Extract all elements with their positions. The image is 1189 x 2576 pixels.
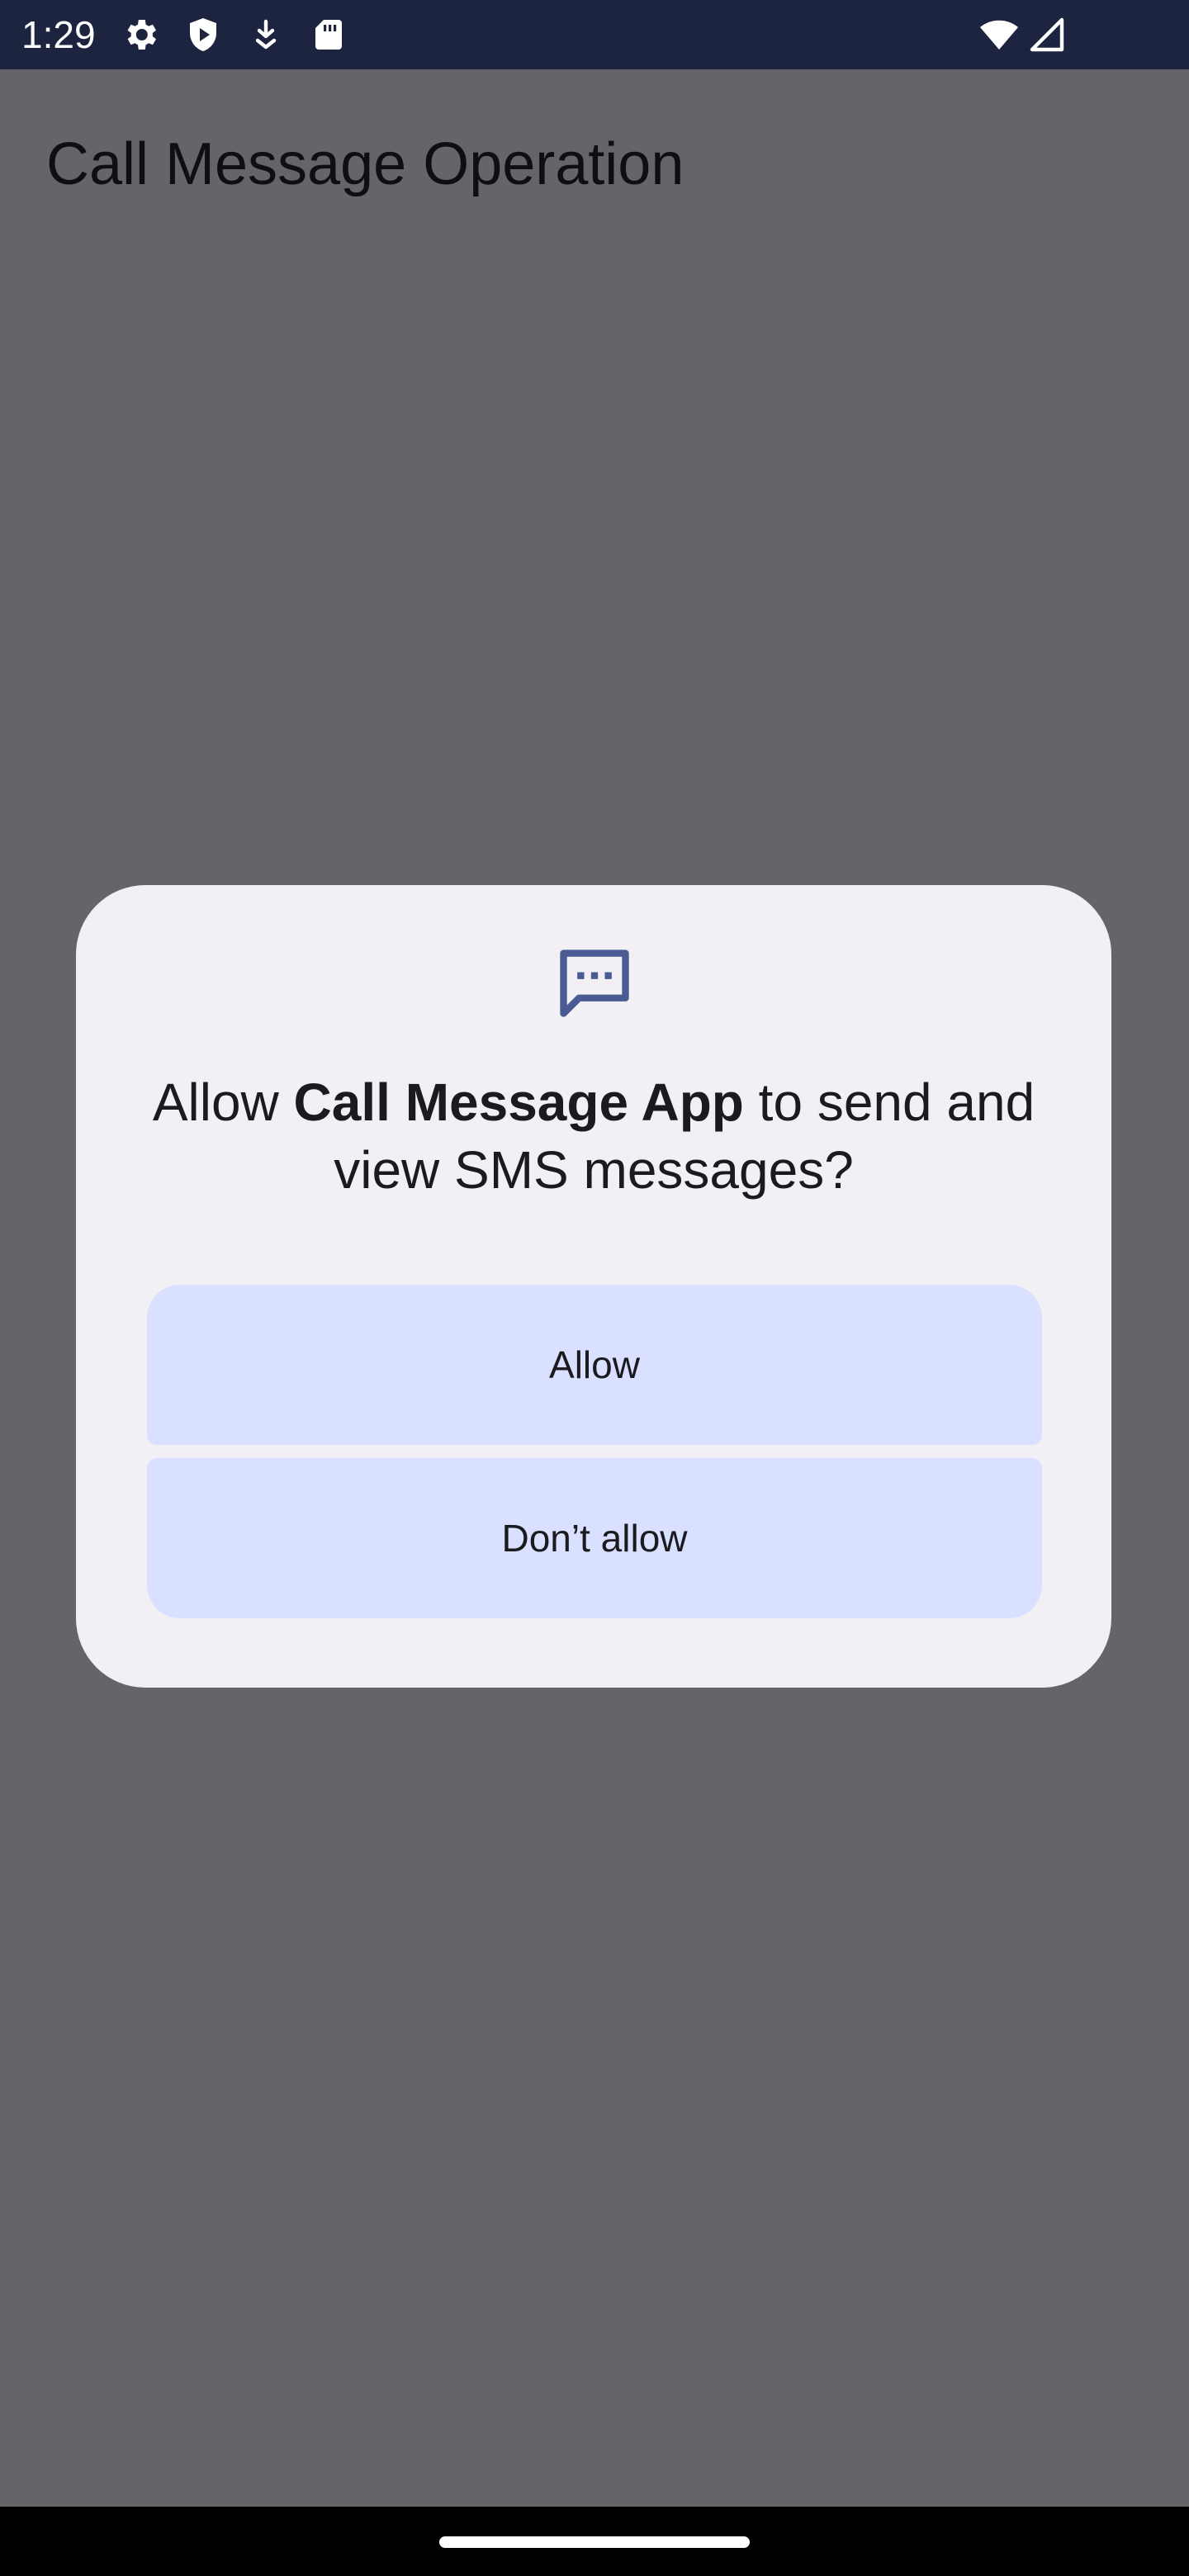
sms-message-icon: [560, 949, 629, 1017]
sd-card-icon: [315, 20, 342, 50]
status-bar: 1:29: [0, 0, 1189, 69]
dialog-title-app-name: Call Message App: [293, 1073, 744, 1132]
permission-dialog: Allow Call Message App to send and view …: [76, 885, 1111, 1688]
navigation-bar: [0, 2507, 1189, 2576]
dialog-title-prefix: Allow: [152, 1073, 294, 1132]
wifi-icon: [980, 20, 1018, 50]
shield-play-icon: [190, 18, 216, 51]
app-title: Call Message Operation: [46, 131, 685, 197]
dont-allow-button[interactable]: Don’t allow: [147, 1458, 1042, 1618]
gear-icon: [127, 20, 156, 50]
home-gesture-handle[interactable]: [439, 2536, 750, 2548]
allow-button[interactable]: Allow: [147, 1285, 1042, 1445]
status-time: 1:29: [21, 13, 96, 56]
download-icon: [255, 19, 277, 50]
dialog-title: Allow Call Message App to send and view …: [126, 1068, 1062, 1204]
cell-signal-icon: [1030, 17, 1064, 52]
